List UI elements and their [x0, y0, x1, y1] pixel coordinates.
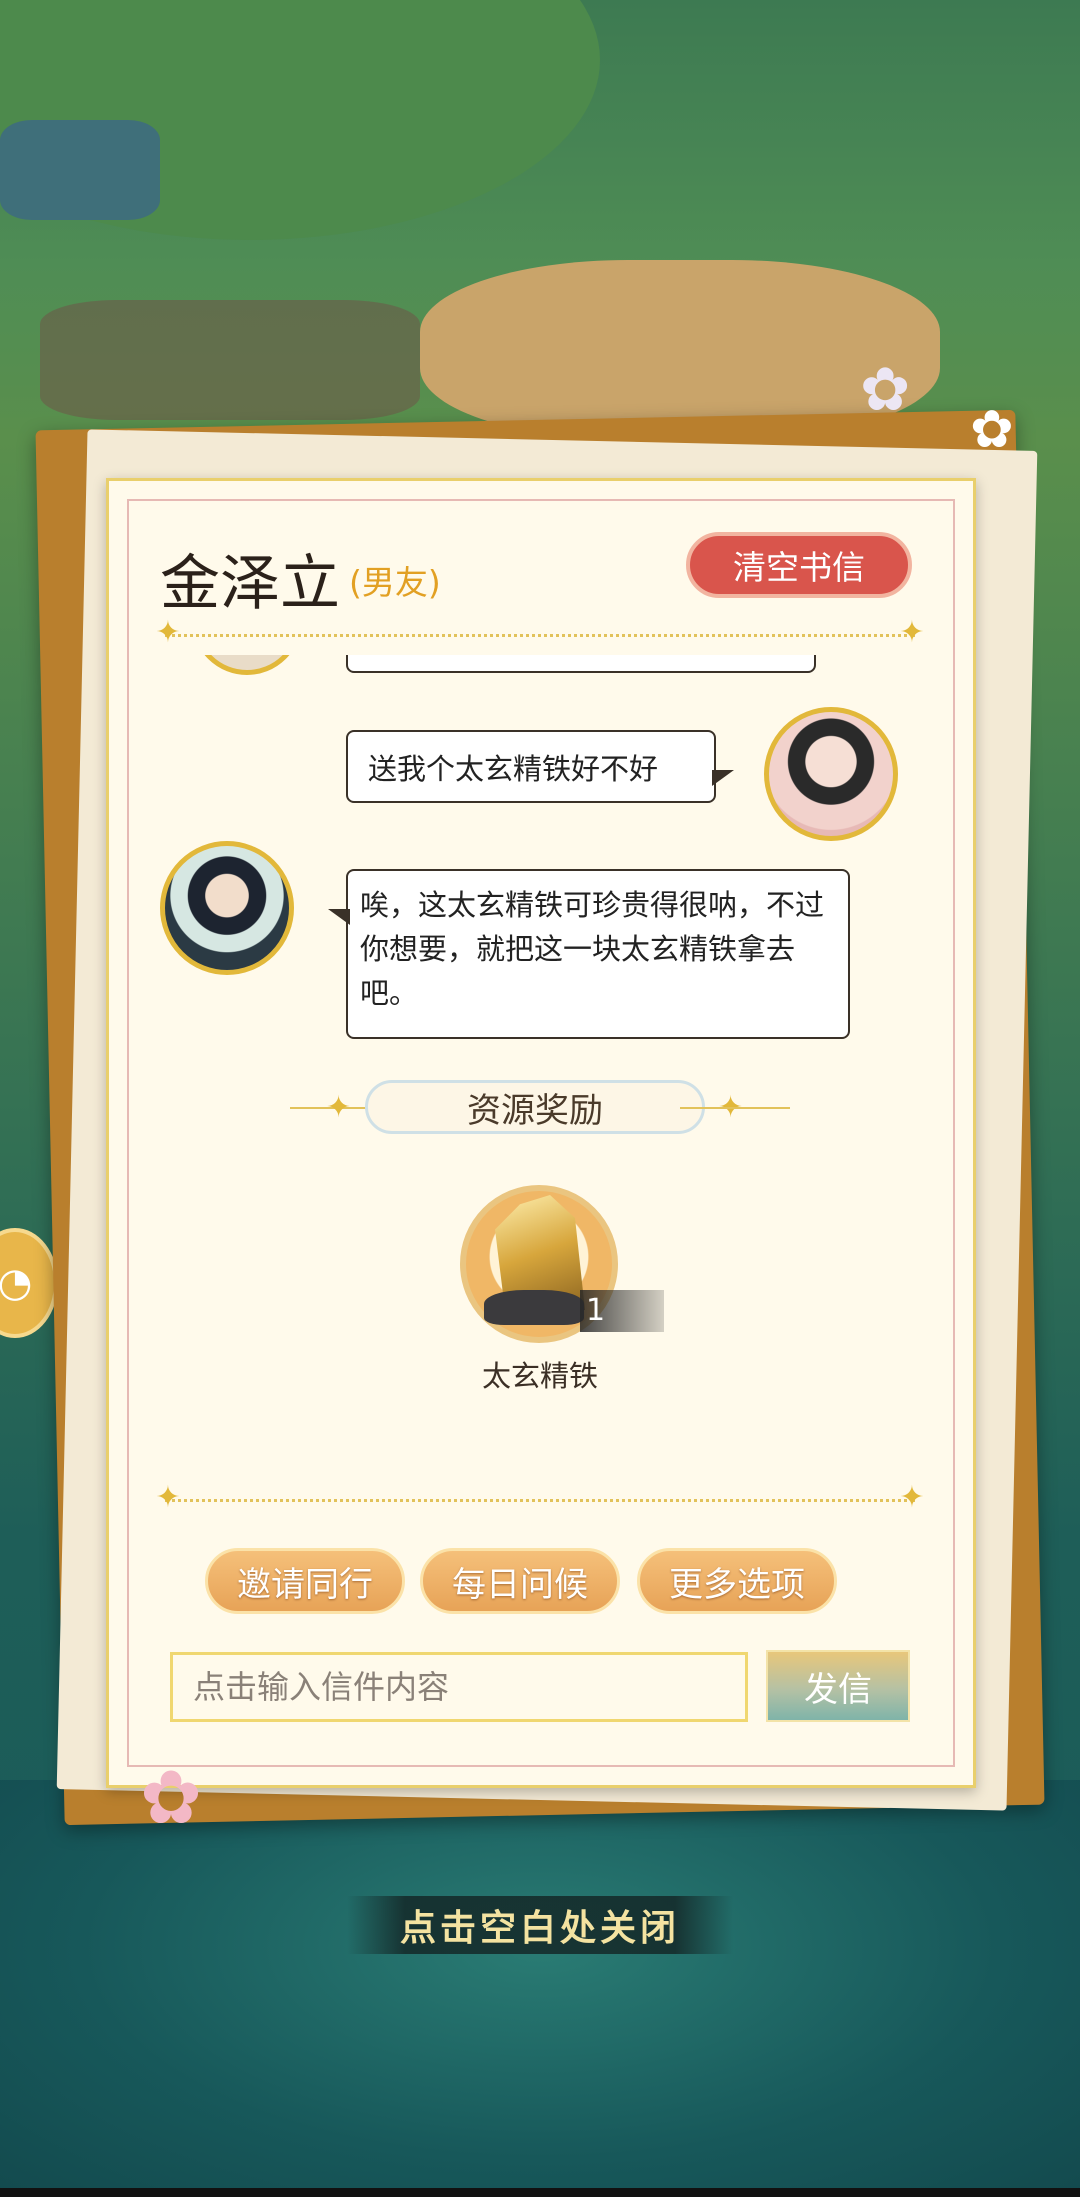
player-avatar[interactable]	[764, 707, 898, 841]
sparkle-icon: ✦	[899, 1480, 925, 1515]
item-count: 1	[580, 1290, 664, 1332]
sparkle-icon: ✦	[326, 1090, 352, 1125]
letter-input[interactable]: 点击输入信件内容	[170, 1652, 748, 1722]
sparkle-icon: ✦	[155, 615, 181, 650]
contact-name: 金泽立	[160, 549, 340, 619]
avatar	[192, 655, 302, 675]
clear-letters-button[interactable]: 清空书信	[686, 532, 912, 598]
sparkle-icon: ✦	[899, 615, 925, 650]
blossom-decoration: ✿	[860, 355, 911, 425]
message-bubble-received: 唉，这太玄精铁可珍贵得很呐，不过你想要，就把这一块太玄精铁拿去吧。	[328, 869, 850, 1039]
water-background	[0, 1780, 1080, 2197]
blossom-decoration: ✿	[970, 400, 1014, 460]
send-letter-button[interactable]: 发信	[766, 1650, 910, 1722]
chat-bubble-icon: ◔	[0, 1260, 33, 1306]
more-options-button[interactable]: 更多选项	[637, 1548, 837, 1614]
system-bar	[0, 2188, 1080, 2197]
blossom-decoration: ✿	[140, 1755, 203, 1841]
rock-base-icon	[484, 1290, 584, 1325]
invite-button[interactable]: 邀请同行	[205, 1548, 405, 1614]
sparkle-icon: ✦	[155, 1480, 181, 1515]
reward-divider-right	[680, 1107, 790, 1109]
footer-divider: ✦ ✦	[155, 1483, 924, 1513]
message-bubble-sent: 送我个太玄精铁好不好	[346, 730, 734, 803]
item-name: 太玄精铁	[481, 1359, 598, 1393]
close-hint[interactable]: 点击空白处关闭	[347, 1896, 733, 1954]
daily-greeting-button[interactable]: 每日问候	[420, 1548, 620, 1614]
message-bubble	[346, 655, 816, 673]
contact-avatar[interactable]	[160, 841, 294, 975]
map-pond	[0, 120, 160, 220]
map-village	[40, 300, 420, 420]
relationship-label: (男友)	[349, 563, 441, 602]
side-chat-button[interactable]: ◔	[0, 1228, 58, 1338]
reward-title: 资源奖励	[365, 1080, 705, 1134]
header-divider: ✦ ✦	[155, 618, 924, 648]
